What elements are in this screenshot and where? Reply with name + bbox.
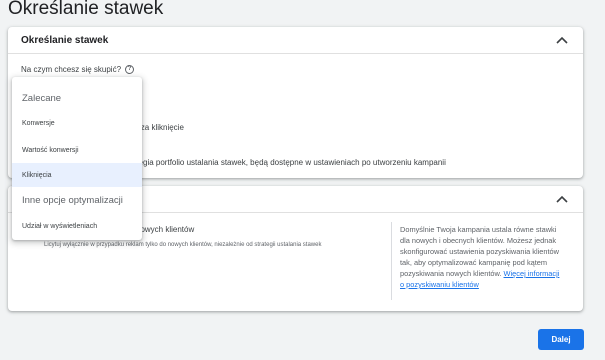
new-customers-description: Licytuj wyłącznie w przypadku reklam tyl… (44, 242, 322, 248)
recommended-header: Zalecane (22, 93, 62, 104)
bidding-card-header[interactable]: Określanie stawek (8, 27, 583, 54)
bidding-card-title: Określanie stawek (21, 34, 109, 46)
menu-item-conversion-value[interactable]: Wartość konwersji (12, 138, 142, 162)
next-button[interactable]: Dalej (538, 329, 584, 350)
new-customers-label: nowych klientów (136, 225, 195, 234)
menu-item-clicks[interactable]: Kliknięcia (12, 163, 142, 187)
vertical-divider (391, 222, 392, 300)
other-options-header: Inne opcje optymalizacji (22, 195, 123, 206)
focus-question: Na czym chcesz się skupić? ? (21, 65, 135, 74)
chevron-up-icon[interactable] (555, 192, 569, 206)
menu-item-conversions[interactable]: Konwersje (12, 111, 142, 135)
focus-question-label: Na czym chcesz się skupić? (21, 65, 122, 74)
page-title: Określanie stawek (8, 0, 164, 19)
help-circle-icon[interactable]: ? (125, 65, 135, 74)
portfolio-strategy-note: trategia portfolio ustalania stawek, będ… (127, 158, 446, 167)
menu-item-impression-share[interactable]: Udział w wyświetleniach (12, 214, 142, 238)
chevron-up-icon[interactable] (555, 33, 569, 47)
help-panel: Domyślnie Twoja kampania ustala równe st… (400, 224, 560, 290)
focus-dropdown-menu: Zalecane Konwersje Wartość konwersji Kli… (12, 77, 142, 240)
